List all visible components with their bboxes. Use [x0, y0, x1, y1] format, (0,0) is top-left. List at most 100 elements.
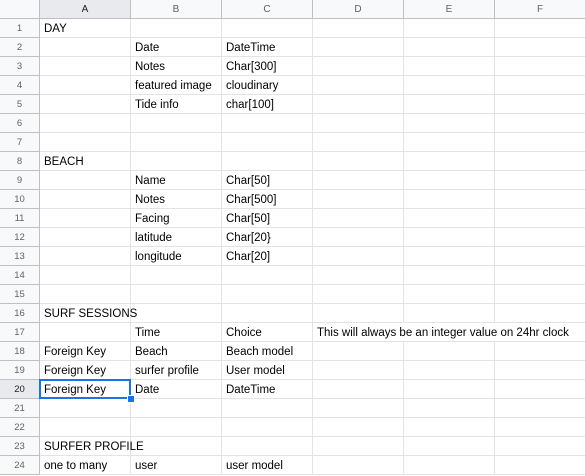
cell-d21[interactable]: [313, 399, 404, 418]
row-header-14[interactable]: 14: [0, 266, 40, 285]
cell-d17[interactable]: This will always be an integer value on …: [313, 323, 569, 342]
cell-b18[interactable]: Beach: [131, 342, 222, 361]
cell-c5[interactable]: char[100]: [222, 95, 313, 114]
cell-e18[interactable]: [404, 342, 495, 361]
spreadsheet-grid[interactable]: A B C D E F 1 DAY 2 Date DateTime 3 Notes Char[300] 4 f…: [0, 0, 585, 476]
cell-f3[interactable]: [495, 57, 585, 76]
column-header-f[interactable]: F: [495, 0, 585, 19]
row-header-21[interactable]: 21: [0, 399, 40, 418]
cell-d6[interactable]: [313, 114, 404, 133]
cell-f4[interactable]: [495, 76, 585, 95]
row-header-8[interactable]: 8: [0, 152, 40, 171]
cell-a3[interactable]: [40, 57, 131, 76]
cell-c7[interactable]: [222, 133, 313, 152]
cell-a2[interactable]: [40, 38, 131, 57]
cell-e19[interactable]: [404, 361, 495, 380]
row-header-9[interactable]: 9: [0, 171, 40, 190]
cell-e16[interactable]: [404, 304, 495, 323]
column-header-d[interactable]: D: [313, 0, 404, 19]
cell-b3[interactable]: Notes: [131, 57, 222, 76]
cell-e20[interactable]: [404, 380, 495, 399]
cell-e21[interactable]: [404, 399, 495, 418]
cell-b1[interactable]: [131, 19, 222, 38]
row-header-13[interactable]: 13: [0, 247, 40, 266]
cell-b16[interactable]: [131, 304, 222, 323]
cell-c10[interactable]: Char[500]: [222, 190, 313, 209]
cell-f23[interactable]: [495, 437, 585, 456]
row-header-20[interactable]: 20: [0, 380, 40, 399]
cell-a19[interactable]: Foreign Key: [40, 361, 131, 380]
row-header-6[interactable]: 6: [0, 114, 40, 133]
cell-c13[interactable]: Char[20]: [222, 247, 313, 266]
cell-f15[interactable]: [495, 285, 585, 304]
cell-c23[interactable]: [222, 437, 313, 456]
cell-e23[interactable]: [404, 437, 495, 456]
cell-b11[interactable]: Facing: [131, 209, 222, 228]
cell-d13[interactable]: [313, 247, 404, 266]
row-header-5[interactable]: 5: [0, 95, 40, 114]
cell-c19[interactable]: User model: [222, 361, 313, 380]
cell-d4[interactable]: [313, 76, 404, 95]
row-header-24[interactable]: 24: [0, 456, 40, 475]
cell-e6[interactable]: [404, 114, 495, 133]
column-header-c[interactable]: C: [222, 0, 313, 19]
cell-b9[interactable]: Name: [131, 171, 222, 190]
cell-c8[interactable]: [222, 152, 313, 171]
row-header-16[interactable]: 16: [0, 304, 40, 323]
cell-e15[interactable]: [404, 285, 495, 304]
cell-d7[interactable]: [313, 133, 404, 152]
cell-d22[interactable]: [313, 418, 404, 437]
cell-b24[interactable]: user: [131, 456, 222, 475]
cell-a24[interactable]: one to many: [40, 456, 131, 475]
cell-f21[interactable]: [495, 399, 585, 418]
cell-b13[interactable]: longitude: [131, 247, 222, 266]
cell-f7[interactable]: [495, 133, 585, 152]
cell-b19[interactable]: surfer profile: [131, 361, 222, 380]
cell-d1[interactable]: [313, 19, 404, 38]
cell-a18[interactable]: Foreign Key: [40, 342, 131, 361]
column-header-a[interactable]: A: [40, 0, 131, 19]
cell-d11[interactable]: [313, 209, 404, 228]
cell-a5[interactable]: [40, 95, 131, 114]
cell-e14[interactable]: [404, 266, 495, 285]
cell-b7[interactable]: [131, 133, 222, 152]
cell-d23[interactable]: [313, 437, 404, 456]
cell-c14[interactable]: [222, 266, 313, 285]
cell-b6[interactable]: [131, 114, 222, 133]
row-header-2[interactable]: 2: [0, 38, 40, 57]
cell-a22[interactable]: [40, 418, 131, 437]
row-header-11[interactable]: 11: [0, 209, 40, 228]
cell-f22[interactable]: [495, 418, 585, 437]
cell-c15[interactable]: [222, 285, 313, 304]
row-header-18[interactable]: 18: [0, 342, 40, 361]
row-header-4[interactable]: 4: [0, 76, 40, 95]
cell-d2[interactable]: [313, 38, 404, 57]
cell-a1[interactable]: DAY: [40, 19, 131, 38]
cell-b15[interactable]: [131, 285, 222, 304]
cell-c6[interactable]: [222, 114, 313, 133]
cell-f16[interactable]: [495, 304, 585, 323]
cell-a9[interactable]: [40, 171, 131, 190]
cell-b10[interactable]: Notes: [131, 190, 222, 209]
cell-a10[interactable]: [40, 190, 131, 209]
cell-f14[interactable]: [495, 266, 585, 285]
cell-c9[interactable]: Char[50]: [222, 171, 313, 190]
cell-a23[interactable]: SURFER PROFILE: [40, 437, 144, 456]
row-header-7[interactable]: 7: [0, 133, 40, 152]
cell-f6[interactable]: [495, 114, 585, 133]
row-header-22[interactable]: 22: [0, 418, 40, 437]
cell-a21[interactable]: [40, 399, 131, 418]
cell-f5[interactable]: [495, 95, 585, 114]
cell-a4[interactable]: [40, 76, 131, 95]
cell-e5[interactable]: [404, 95, 495, 114]
cell-b21[interactable]: [131, 399, 222, 418]
cell-b23[interactable]: [131, 437, 222, 456]
cell-e8[interactable]: [404, 152, 495, 171]
cell-d18[interactable]: [313, 342, 404, 361]
cell-b8[interactable]: [131, 152, 222, 171]
cell-c18[interactable]: Beach model: [222, 342, 313, 361]
cell-d14[interactable]: [313, 266, 404, 285]
cell-d12[interactable]: [313, 228, 404, 247]
cell-a16[interactable]: SURF SESSIONS: [40, 304, 137, 323]
cell-e7[interactable]: [404, 133, 495, 152]
